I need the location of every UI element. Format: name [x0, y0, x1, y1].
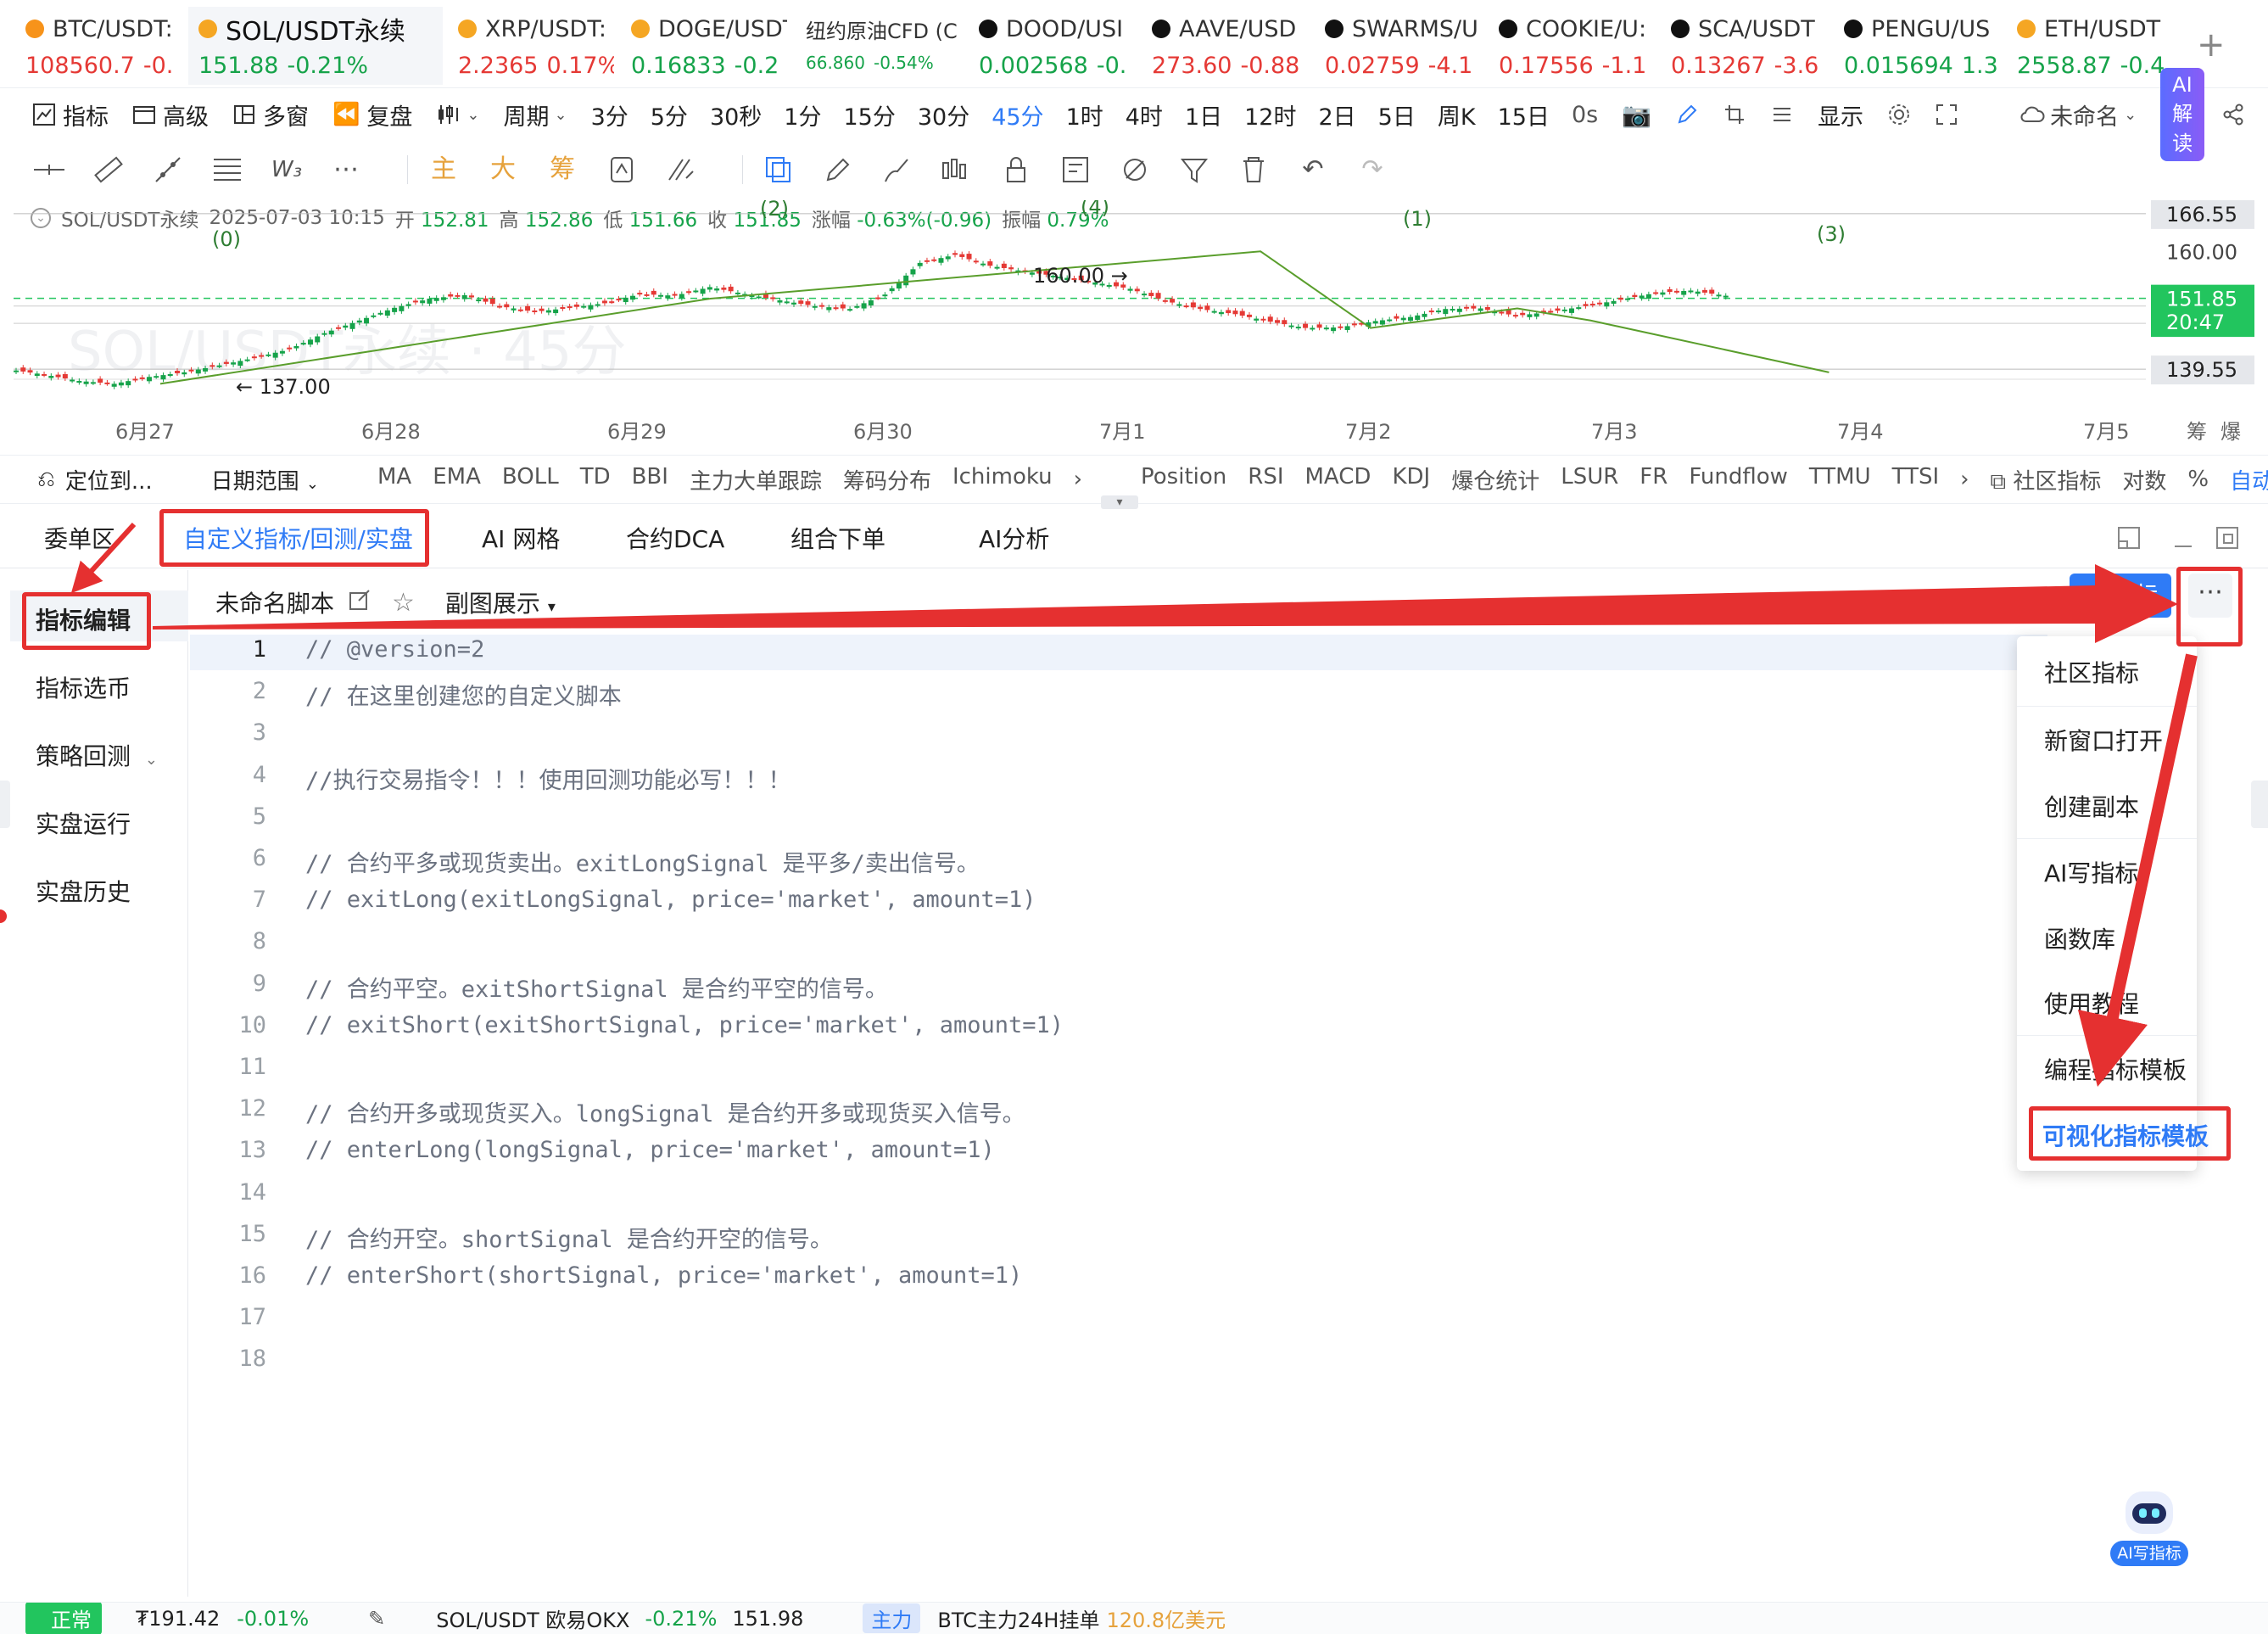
arrow-to-more-button	[153, 564, 2178, 643]
arrow-to-visual-template	[2077, 653, 2198, 1088]
tutorial-arrows	[70, 522, 2198, 1088]
arrow-to-indicator-editor	[70, 522, 137, 594]
